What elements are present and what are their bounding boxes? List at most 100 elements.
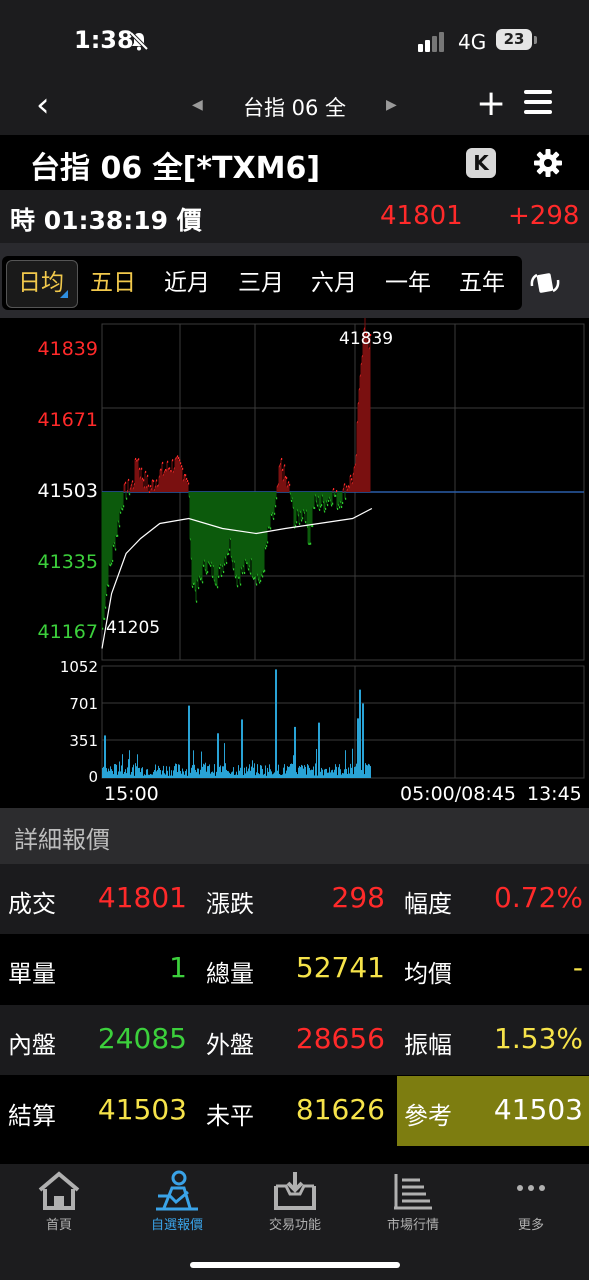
price-point	[147, 474, 149, 477]
volume-bar	[149, 774, 150, 778]
price-point	[335, 494, 337, 497]
tab-intraday[interactable]: 日均	[18, 256, 64, 310]
next-symbol-icon[interactable]: ▶	[386, 97, 397, 113]
price-point	[223, 571, 225, 574]
volume-bar	[294, 726, 295, 778]
volume-bar	[333, 772, 334, 778]
price-point	[266, 545, 268, 548]
bottom-tab-watchlist[interactable]: 自選報價	[118, 1170, 236, 1233]
volume-bar	[258, 773, 259, 778]
volume-bar	[138, 768, 139, 778]
volume-bar	[152, 774, 153, 778]
rotate-icon[interactable]	[528, 268, 562, 298]
price-point	[291, 499, 293, 502]
more-icon	[517, 1185, 545, 1191]
volume-bar	[184, 774, 185, 778]
price-point	[229, 548, 231, 551]
volume-bar	[313, 766, 314, 778]
volume-bar	[141, 768, 142, 778]
price-point	[237, 585, 239, 588]
detail-label: 單量	[8, 960, 56, 988]
volume-bar	[171, 770, 172, 778]
detail-value: 41503	[493, 1093, 583, 1126]
volume-bar	[109, 770, 110, 778]
volume-bar	[347, 773, 348, 778]
volume-bar	[331, 770, 332, 778]
volume-bar	[220, 765, 221, 778]
price-point	[148, 484, 150, 487]
detail-title: 詳細報價	[14, 826, 110, 854]
volume-bar	[303, 768, 304, 778]
volume-bar	[216, 771, 217, 778]
price-point	[332, 502, 334, 505]
price-point	[169, 467, 171, 470]
volume-bar	[180, 770, 181, 778]
detail-label: 均價	[404, 960, 452, 988]
price-point	[319, 508, 321, 511]
volume-bar	[221, 772, 222, 778]
price-point	[153, 480, 155, 483]
volume-bar	[359, 689, 360, 778]
price-point	[250, 572, 252, 575]
quote-time: 時 01:38:19 價	[10, 206, 202, 235]
tab-five-year[interactable]: 五年	[459, 256, 505, 310]
volume-bar	[186, 769, 187, 778]
tab-one-year[interactable]: 一年	[385, 256, 431, 310]
price-point	[162, 461, 164, 464]
price-point	[305, 521, 307, 524]
volume-bar	[345, 750, 346, 778]
tab-five-day[interactable]: 五日	[90, 256, 136, 310]
volume-bar	[317, 775, 318, 778]
price-point	[282, 468, 284, 471]
volume-bar	[206, 771, 207, 778]
detail-value: -	[572, 951, 583, 984]
volume-bar	[367, 765, 368, 778]
price-point	[119, 525, 121, 528]
price-point	[301, 519, 303, 522]
volume-bar	[340, 769, 341, 778]
menu-icon[interactable]	[524, 90, 552, 120]
volume-bar	[318, 722, 319, 778]
price-point	[264, 569, 266, 572]
price-tick-high: 41839	[37, 338, 98, 360]
volume-bar	[267, 767, 268, 778]
price-point	[346, 485, 348, 488]
volume-bar	[111, 769, 112, 778]
bottom-tab-trade[interactable]: 交易功能	[236, 1170, 354, 1233]
volume-bar	[279, 774, 280, 778]
price-point	[342, 502, 344, 505]
kline-button[interactable]: K	[466, 148, 496, 178]
price-point	[314, 507, 316, 510]
volume-bar	[205, 762, 206, 778]
price-point	[126, 497, 128, 500]
volume-bar	[187, 775, 188, 778]
volume-bar	[284, 764, 285, 778]
gear-icon[interactable]	[532, 147, 564, 179]
volume-bar	[300, 767, 301, 778]
add-icon[interactable]: +	[476, 86, 506, 122]
volume-bar	[319, 722, 320, 778]
tab-three-month[interactable]: 三月	[238, 256, 284, 310]
price-point	[156, 479, 158, 482]
volume-bar	[296, 772, 297, 778]
price-point	[324, 510, 326, 513]
bottom-tab-market[interactable]: 市場行情	[354, 1170, 472, 1233]
volume-bar	[339, 764, 340, 778]
tab-near-month[interactable]: 近月	[164, 256, 210, 310]
volume-bar	[274, 772, 275, 778]
volume-bar	[129, 750, 130, 778]
volume-bar	[346, 768, 347, 778]
price-point	[345, 497, 347, 500]
volume-bar	[145, 775, 146, 778]
tab-indicator-icon	[60, 290, 68, 298]
price-point	[179, 459, 181, 462]
bottom-tab-home[interactable]: 首頁	[0, 1170, 118, 1233]
home-icon	[38, 1171, 80, 1210]
volume-bar	[142, 767, 143, 778]
price-point	[125, 481, 127, 484]
volume-bar	[357, 718, 358, 778]
volume-tick-max: 1052	[59, 658, 98, 676]
tab-six-month[interactable]: 六月	[311, 256, 357, 310]
price-point	[188, 482, 190, 485]
bottom-tab-more[interactable]: 更多	[472, 1170, 589, 1233]
